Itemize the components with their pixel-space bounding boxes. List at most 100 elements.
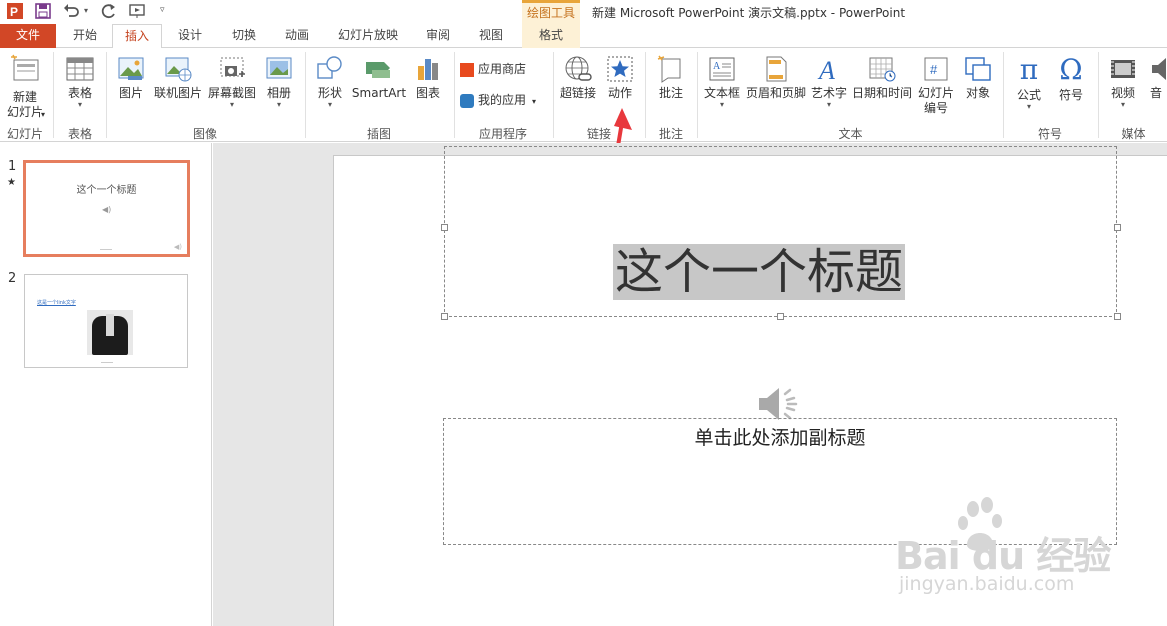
shapes-icon: [317, 56, 342, 79]
object-button[interactable]: 对象: [958, 54, 998, 101]
tab-design[interactable]: 设计: [168, 24, 212, 48]
thumbnail-corner-speaker-icon: ◀): [173, 243, 182, 251]
new-slide-dropdown-icon[interactable]: ▾: [41, 110, 45, 119]
header-footer-icon: [766, 56, 787, 82]
tab-home[interactable]: 开始: [62, 24, 108, 48]
new-slide-icon: [11, 54, 39, 81]
svg-text:P: P: [10, 5, 18, 19]
hyperlink-button[interactable]: 超链接: [558, 54, 598, 101]
window-title: 新建 Microsoft PowerPoint 演示文稿.pptx - Powe…: [592, 6, 906, 20]
resize-handle-right[interactable]: [1114, 224, 1121, 231]
hyperlink-icon: [565, 56, 592, 81]
object-icon: [965, 57, 991, 81]
screenshot-button[interactable]: 屏幕截图 ▾: [206, 54, 258, 109]
calendar-icon: [869, 57, 896, 82]
slide-title-text[interactable]: 这个一个标题: [613, 244, 906, 300]
group-label-tables: 表格: [67, 127, 92, 141]
thumbnail-image: [87, 310, 133, 355]
slide-number-1: 1: [8, 159, 17, 174]
action-button[interactable]: 动作: [600, 54, 640, 101]
undo-dropdown-icon[interactable]: ▾: [84, 6, 88, 15]
slide-number-button[interactable]: # 幻灯片 编号: [914, 54, 958, 116]
tab-view[interactable]: 视图: [470, 24, 512, 48]
group-label-apps: 应用程序: [478, 127, 527, 141]
subtitle-placeholder-text[interactable]: 单击此处添加副标题: [444, 423, 1116, 450]
watermark-url: jingyan.baidu.com: [899, 573, 1075, 595]
pi-icon: π: [1019, 53, 1039, 86]
tab-transitions[interactable]: 切换: [222, 24, 266, 48]
equation-button[interactable]: π 公式 ▾: [1008, 54, 1050, 111]
animation-star-icon: ★: [7, 177, 16, 188]
symbol-button[interactable]: Ω 符号: [1050, 54, 1092, 103]
group-label-comments: 批注: [658, 127, 683, 141]
powerpoint-logo-icon: P: [7, 3, 23, 19]
baidu-watermark: Bai du 经验 jingyan.baidu.com: [895, 495, 1115, 605]
speaker-icon: [1152, 58, 1166, 80]
undo-icon[interactable]: [62, 2, 80, 20]
group-label-slides: 幻灯片: [6, 127, 43, 141]
tab-file[interactable]: 文件: [0, 24, 56, 48]
smartart-icon: [366, 62, 390, 78]
smartart-button[interactable]: SmartArt: [350, 54, 408, 101]
ribbon-tabs: 文件 开始 插入 设计 切换 动画 幻灯片放映 审阅 视图 格式: [0, 24, 1167, 49]
store-icon: [460, 62, 474, 77]
wordart-icon: A: [817, 56, 835, 84]
office-store-button[interactable]: 应用商店: [460, 62, 550, 77]
group-label-symbols: 符号: [1037, 127, 1062, 141]
svg-text:A: A: [713, 61, 721, 72]
group-label-images: 图像: [192, 127, 217, 141]
slide-number-icon: #: [924, 57, 948, 81]
title-bar: P ▾ ▿ 绘图工具 新建 Microsoft PowerPoint 演示文稿.…: [0, 0, 1167, 24]
group-label-illustrations: 插图: [366, 127, 391, 141]
shapes-button[interactable]: 形状 ▾: [310, 54, 350, 109]
slide-thumbnails-pane: 1 ★ 这个一个标题 ◀) ◀) 2 这是一个link文字: [0, 143, 212, 626]
title-placeholder[interactable]: 这个一个标题: [444, 146, 1117, 317]
tab-insert[interactable]: 插入: [112, 24, 162, 49]
comment-icon: [657, 55, 681, 83]
svg-text:A: A: [817, 56, 835, 84]
tab-review[interactable]: 审阅: [417, 24, 459, 48]
table-button[interactable]: 表格 ▾: [58, 54, 102, 109]
omega-icon: Ω: [1059, 53, 1083, 86]
slide-thumbnail-2[interactable]: 这是一个link文字: [24, 274, 188, 368]
slide-number-2: 2: [8, 271, 17, 286]
textbox-button[interactable]: A 文本框 ▾: [702, 54, 742, 109]
customize-qat-icon[interactable]: ▿: [160, 5, 165, 15]
thumbnail-speaker-icon: ◀): [102, 205, 112, 214]
my-apps-button[interactable]: 我的应用 ▾: [460, 93, 550, 109]
chart-button[interactable]: 图表: [410, 54, 446, 101]
drawing-tools-context-label: 绘图工具: [522, 0, 580, 24]
tab-animations[interactable]: 动画: [275, 24, 319, 48]
resize-handle-bottom-right[interactable]: [1114, 313, 1121, 320]
slideshow-from-start-icon[interactable]: [128, 2, 146, 20]
redo-icon[interactable]: [100, 2, 118, 20]
photo-album-icon: [266, 57, 292, 79]
album-button[interactable]: 相册 ▾: [260, 54, 298, 109]
picture-button[interactable]: 图片: [112, 54, 150, 101]
action-star-icon: [607, 56, 633, 82]
comment-button[interactable]: 批注: [652, 54, 690, 101]
online-picture-button[interactable]: 联机图片: [152, 54, 204, 101]
slide-thumbnail-1[interactable]: 这个一个标题 ◀) ◀): [23, 160, 190, 257]
chart-icon: [418, 59, 438, 80]
date-time-button[interactable]: 日期和时间: [850, 54, 914, 101]
resize-handle-left[interactable]: [441, 224, 448, 231]
svg-text:#: #: [930, 62, 938, 77]
ribbon-insert-panel: 新建 幻灯片 ▾ 幻灯片 表格 ▾ 表格 图片 联机图片 屏幕截图 ▾ 相册 ▾…: [0, 48, 1167, 142]
save-icon[interactable]: [34, 2, 52, 20]
online-picture-icon: [165, 57, 192, 82]
header-footer-button[interactable]: 页眉和页脚: [744, 54, 808, 101]
audio-button[interactable]: 音: [1146, 54, 1167, 101]
tab-slideshow[interactable]: 幻灯片放映: [330, 24, 406, 48]
resize-handle-bottom[interactable]: [777, 313, 784, 320]
textbox-icon: A: [709, 57, 735, 81]
picture-icon: [118, 57, 144, 80]
video-button[interactable]: 视频 ▾: [1103, 54, 1143, 109]
thumbnail-link: 这是一个link文字: [37, 300, 76, 306]
resize-handle-bottom-left[interactable]: [441, 313, 448, 320]
screenshot-icon: [220, 57, 245, 77]
video-icon: [1111, 60, 1135, 78]
wordart-button[interactable]: A 艺术字 ▾: [810, 54, 848, 109]
table-icon: [66, 57, 94, 81]
tab-format[interactable]: 格式: [522, 24, 580, 48]
